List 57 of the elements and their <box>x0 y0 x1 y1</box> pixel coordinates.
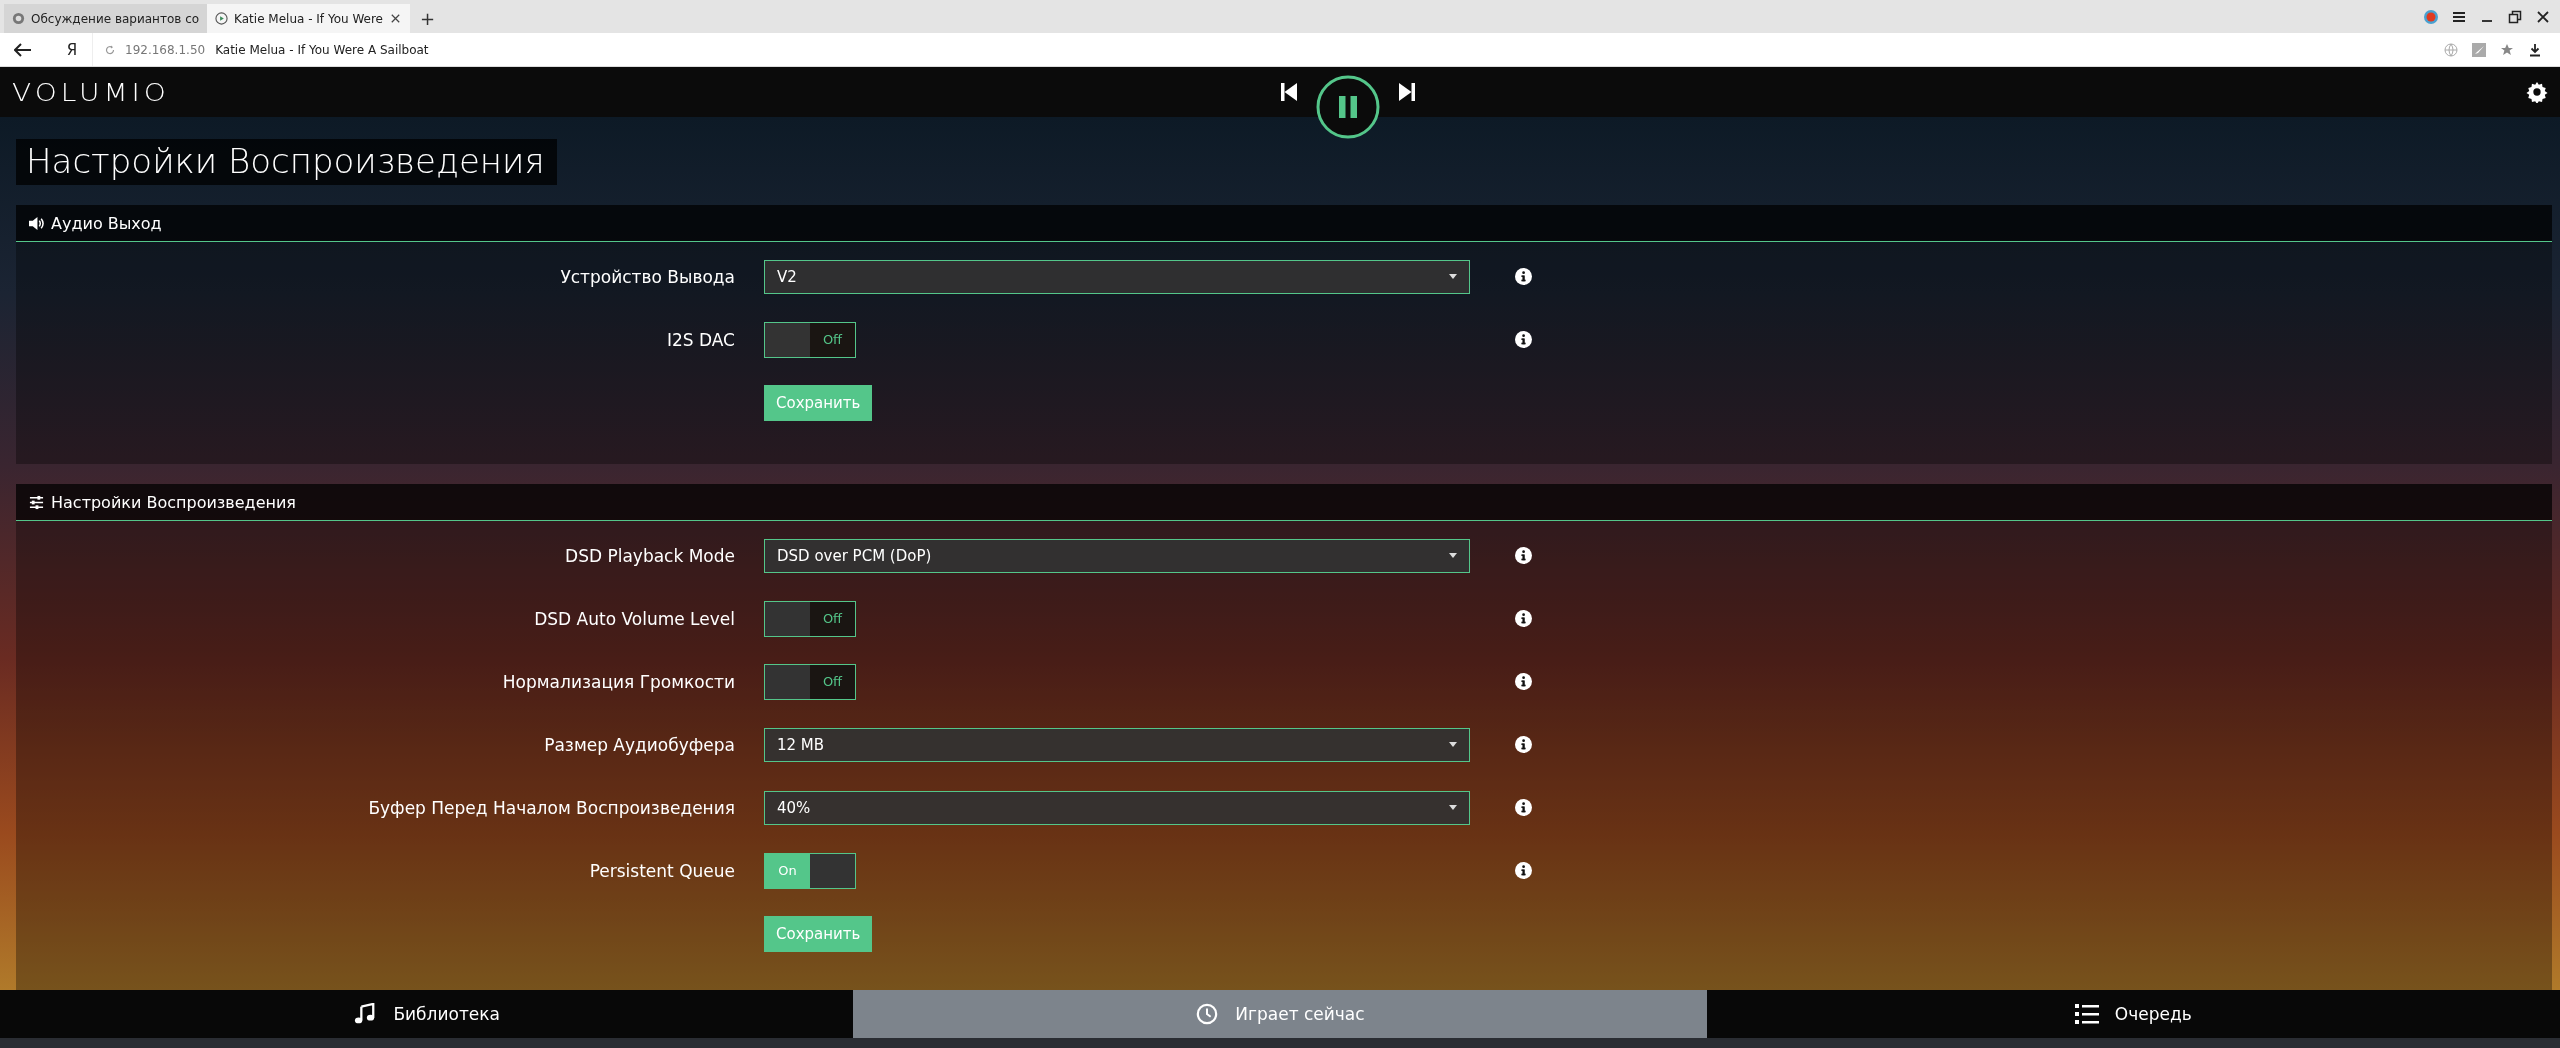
info-icon[interactable] <box>1515 610 1532 627</box>
info-icon[interactable] <box>1515 736 1532 753</box>
nav-tab[interactable]: Играет сейчас <box>853 990 1707 1038</box>
setting-label: Устройство Вывода <box>559 266 735 287</box>
caret-icon <box>1449 274 1457 279</box>
browser-tab[interactable]: Katie Melua - If You Were <box>207 4 410 33</box>
pause-button[interactable] <box>1315 75 1380 139</box>
toggle-switch[interactable]: Off <box>764 600 856 637</box>
back-arrow-icon[interactable] <box>14 42 32 57</box>
info-icon[interactable] <box>1515 799 1532 816</box>
page-title: Настройки Воспроизведения <box>16 139 557 185</box>
setting-label: Буфер Перед Началом Воспроизведения <box>367 797 735 818</box>
info-icon[interactable] <box>1515 862 1532 879</box>
close-icon[interactable] <box>2536 9 2550 24</box>
address-title: Katie Melua - If You Were A Sailboat <box>215 42 429 57</box>
list-icon <box>2074 1003 2099 1025</box>
new-tab-button[interactable]: + <box>410 4 446 33</box>
address-host: 192.168.1.50 <box>125 42 206 57</box>
caret-icon <box>1449 805 1457 810</box>
extension-icon[interactable] <box>2424 9 2438 24</box>
setting-label: I2S DAC <box>665 329 735 350</box>
previous-track-icon[interactable] <box>1279 81 1298 103</box>
info-icon[interactable] <box>1515 268 1532 285</box>
star-icon[interactable] <box>2500 42 2514 57</box>
info-icon[interactable] <box>1515 673 1532 690</box>
toggle-switch[interactable]: Off <box>764 663 856 700</box>
download-icon[interactable] <box>2528 42 2542 57</box>
home-button[interactable]: Я <box>52 39 92 60</box>
browser-tab[interactable]: Обсуждение вариантов со <box>4 4 208 33</box>
speaker-icon <box>28 215 45 231</box>
menu-icon[interactable] <box>2452 9 2466 24</box>
dropdown[interactable]: V2 <box>764 259 1470 294</box>
logo[interactable]: VOLUMIO <box>12 77 170 107</box>
setting-label: Нормализация Громкости <box>501 671 735 692</box>
restore-icon[interactable] <box>2508 9 2522 24</box>
setting-label: DSD Playback Mode <box>564 545 735 566</box>
info-icon[interactable] <box>1515 331 1532 348</box>
dropdown[interactable]: 40% <box>764 790 1470 825</box>
next-track-icon[interactable] <box>1397 81 1416 103</box>
caret-icon <box>1449 742 1457 747</box>
reload-icon[interactable] <box>105 44 115 55</box>
section-title: Аудио Выход <box>51 213 162 233</box>
play-icon <box>215 12 229 25</box>
clock-icon <box>1195 1003 1220 1025</box>
caret-icon <box>1449 553 1457 558</box>
info-icon[interactable] <box>1515 547 1532 564</box>
site-icon <box>12 12 25 25</box>
sliders-icon <box>28 494 45 510</box>
close-icon[interactable] <box>389 12 402 25</box>
dropdown[interactable]: DSD over PCM (DoP) <box>764 538 1470 573</box>
section-title: Настройки Воспроизведения <box>51 492 296 512</box>
setting-label: DSD Auto Volume Level <box>533 608 735 629</box>
dropdown[interactable]: 12 MB <box>764 727 1470 762</box>
setting-label: Размер Аудиобуфера <box>543 734 735 755</box>
settings-icon[interactable] <box>2526 81 2548 103</box>
setting-label: Persistent Queue <box>588 860 735 881</box>
toggle-switch[interactable]: Off <box>764 321 856 358</box>
